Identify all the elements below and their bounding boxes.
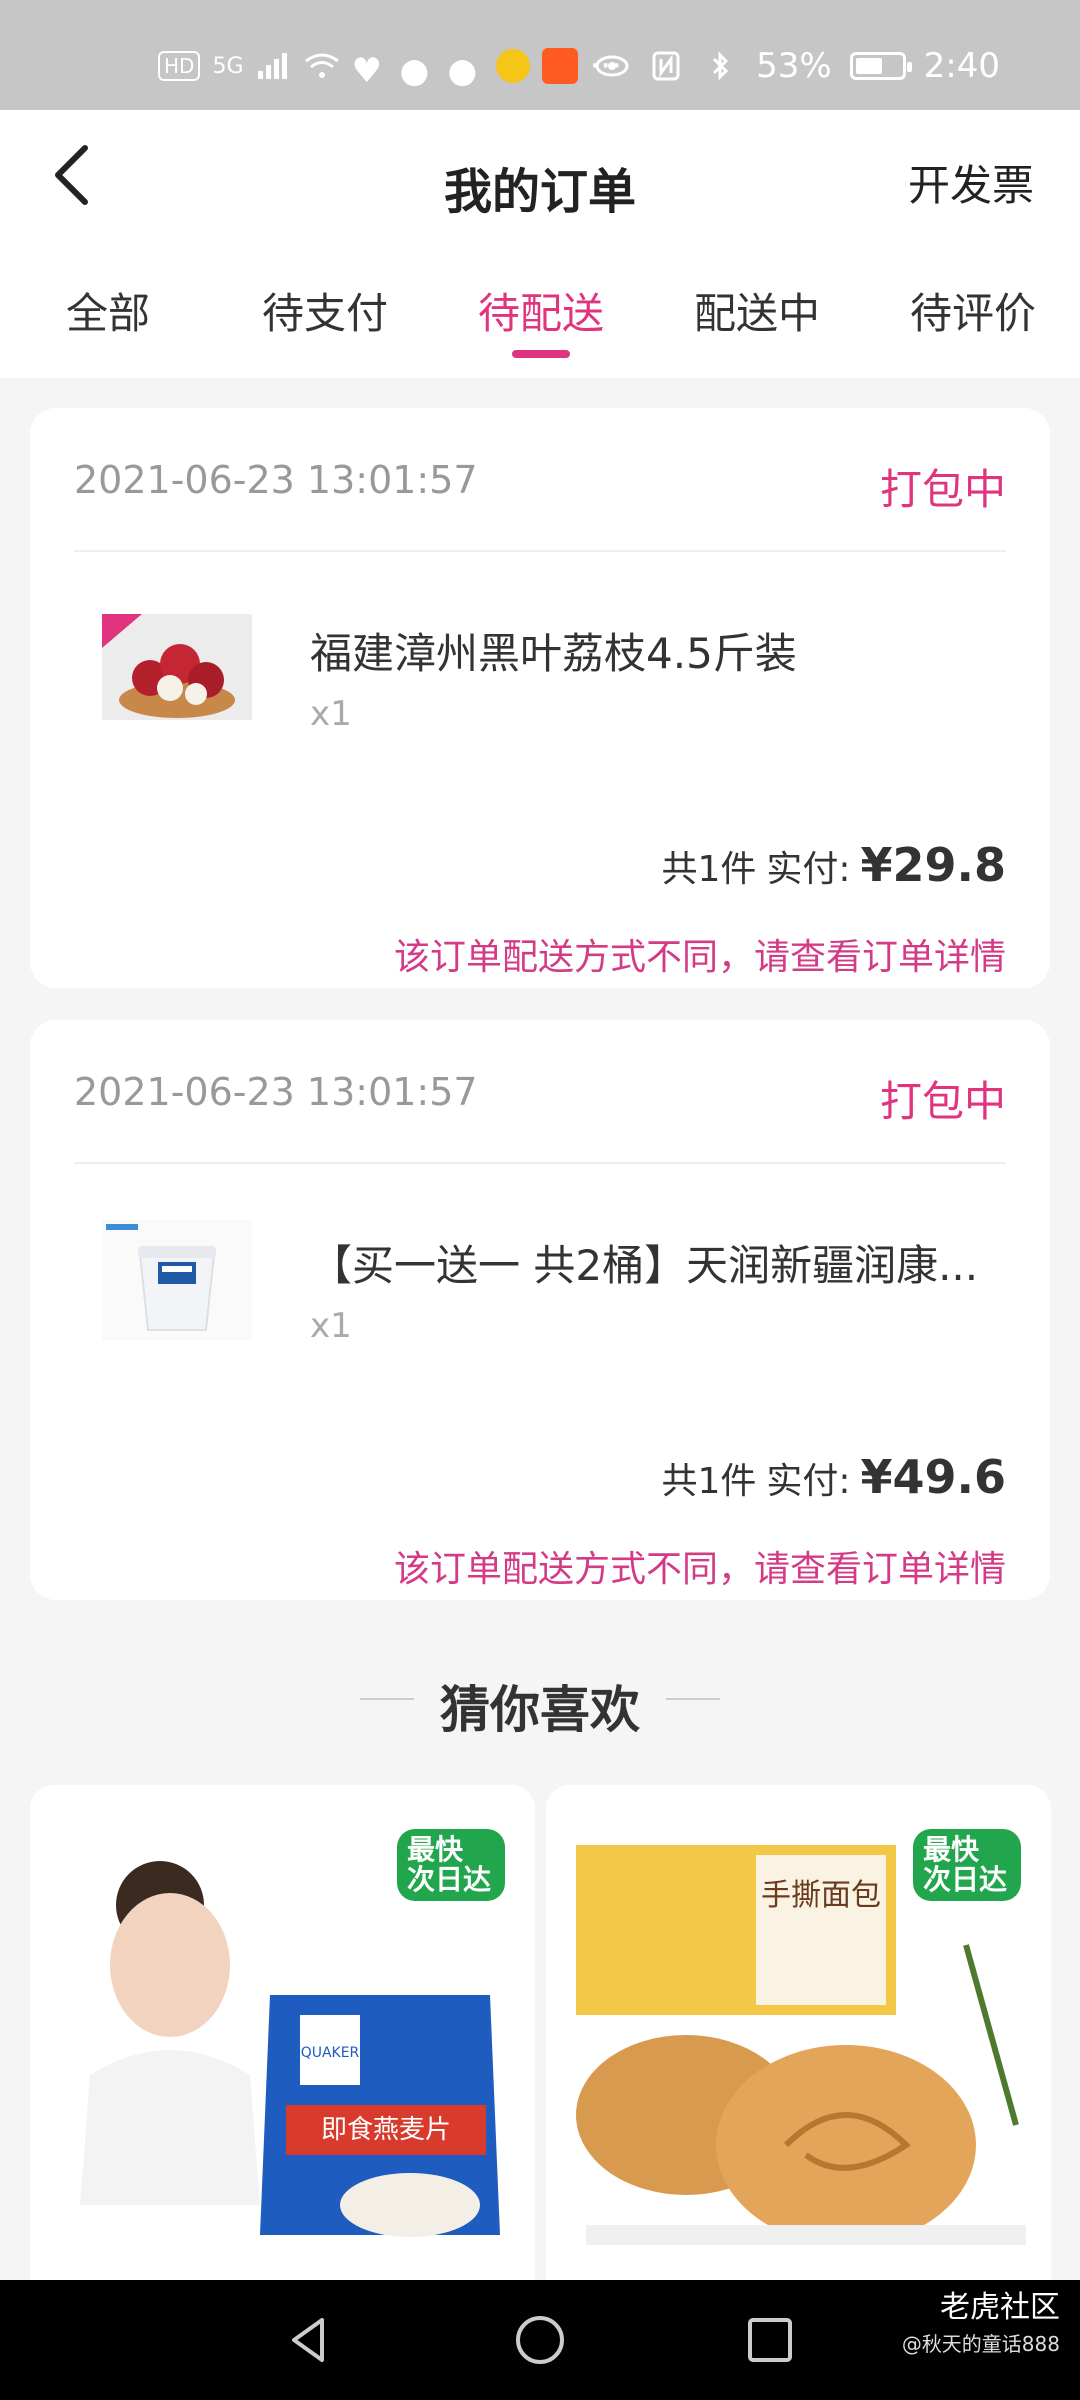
- watermark-user: @秋天的童话888: [901, 2332, 1060, 2356]
- product-quantity: x1: [310, 1306, 352, 1346]
- wifi-icon: [304, 53, 339, 78]
- status-icons-left: HD 5G ♥ ● ● ···: [158, 46, 622, 91]
- recommend-title: 猜你喜欢: [440, 1681, 640, 1739]
- oatmeal-pack-text: 即食燕麦片: [321, 2115, 451, 2145]
- wechat-icon: ●: [399, 51, 430, 91]
- order-status: 打包中: [879, 1077, 1006, 1126]
- order-tabs: 全部 待支付 待配送 配送中 待评价: [0, 250, 1080, 378]
- tab-in-delivery[interactable]: 配送中: [694, 280, 820, 341]
- badge-line-2: 次日达: [923, 1863, 1008, 1896]
- order-summary: 共1件 实付: ¥29.8: [661, 838, 1006, 892]
- signal-icon: [257, 53, 287, 79]
- watermark-title: 老虎社区: [940, 2290, 1060, 2325]
- lychee-product-image: [102, 614, 252, 720]
- tab-pending-payment[interactable]: 待支付: [262, 280, 388, 341]
- order-time: 2021-06-23 13:01:57: [74, 1070, 478, 1114]
- item-count: 共1件: [661, 849, 757, 890]
- order-card[interactable]: 2021-06-23 13:01:57 打包中 【买一送一 共2桶】天润新疆润康…: [30, 1020, 1050, 1600]
- product-quantity: x1: [310, 694, 352, 734]
- order-status: 打包中: [879, 465, 1006, 514]
- product-card[interactable]: 手撕面包 最快 次日达: [546, 1785, 1051, 2305]
- tab-pending-review[interactable]: 待评价: [910, 280, 1036, 341]
- badge-line-2: 次日达: [407, 1863, 492, 1896]
- network-label: 5G: [212, 53, 244, 79]
- yogurt-product-image: [102, 1220, 252, 1340]
- product-name: 福建漳州黑叶荔枝4.5斤装: [310, 629, 797, 678]
- bread-pack-text: 手撕面包: [761, 1878, 881, 1913]
- paid-price: ¥49.6: [860, 1450, 1006, 1504]
- badge-line-1: 最快: [923, 1833, 980, 1866]
- badge-line-1: 最快: [407, 1833, 464, 1866]
- status-bar: HD 5G ♥ ● ● ··· 53% 2:40: [0, 0, 1080, 110]
- app-emoji-icon: [495, 49, 530, 83]
- order-summary: 共1件 实付: ¥49.6: [661, 1450, 1006, 1504]
- tab-all[interactable]: 全部: [66, 280, 150, 341]
- message-icon: ●: [447, 51, 478, 91]
- nfc-icon: [652, 51, 680, 81]
- delivery-note-link[interactable]: 该订单配送方式不同，请查看订单详情: [394, 1540, 1006, 1592]
- eye-icon: [595, 55, 629, 77]
- battery-icon: [849, 52, 912, 80]
- divider: [74, 550, 1006, 552]
- section-divider-right: [666, 1698, 720, 1700]
- product-card[interactable]: 即食燕麦片 QUAKER 最快 次日达: [30, 1785, 535, 2305]
- nav-home-icon[interactable]: [512, 2312, 568, 2368]
- paid-label: 实付:: [766, 849, 851, 890]
- delivery-note-link[interactable]: 该订单配送方式不同，请查看订单详情: [394, 928, 1006, 980]
- oatmeal-brand-text: QUAKER: [301, 2045, 360, 2061]
- status-icons-right: 53% 2:40: [594, 46, 1000, 86]
- paid-price: ¥29.8: [860, 838, 1006, 892]
- nav-back-icon[interactable]: [282, 2312, 338, 2368]
- divider: [74, 1162, 1006, 1164]
- order-time: 2021-06-23 13:01:57: [74, 458, 478, 502]
- health-icon: ♥: [351, 51, 382, 91]
- nav-recents-icon[interactable]: [742, 2312, 798, 2368]
- clock: 2:40: [923, 46, 1000, 86]
- invoice-button[interactable]: 开发票: [908, 152, 1034, 213]
- app-notification-icon: [541, 48, 578, 84]
- tab-pending-delivery[interactable]: 待配送: [478, 280, 604, 341]
- item-count: 共1件: [661, 1461, 757, 1502]
- fastest-next-day-badge: 最快 次日达: [913, 1829, 1021, 1901]
- fastest-next-day-badge: 最快 次日达: [397, 1829, 505, 1901]
- paid-label: 实付:: [766, 1461, 851, 1502]
- active-tab-indicator: [512, 350, 570, 358]
- battery-percent: 53%: [756, 46, 832, 86]
- bluetooth-icon: [713, 51, 729, 81]
- order-card[interactable]: 2021-06-23 13:01:57 打包中 福建漳州黑叶荔枝4.5斤装 x1…: [30, 408, 1050, 988]
- nav-bar: 我的订单 开发票: [0, 110, 1080, 250]
- product-name: 【买一送一 共2桶】天润新疆润康...: [310, 1241, 979, 1290]
- watermark: 老虎社区 @秋天的童话888: [902, 2290, 1060, 2362]
- hd-icon: HD: [158, 51, 201, 81]
